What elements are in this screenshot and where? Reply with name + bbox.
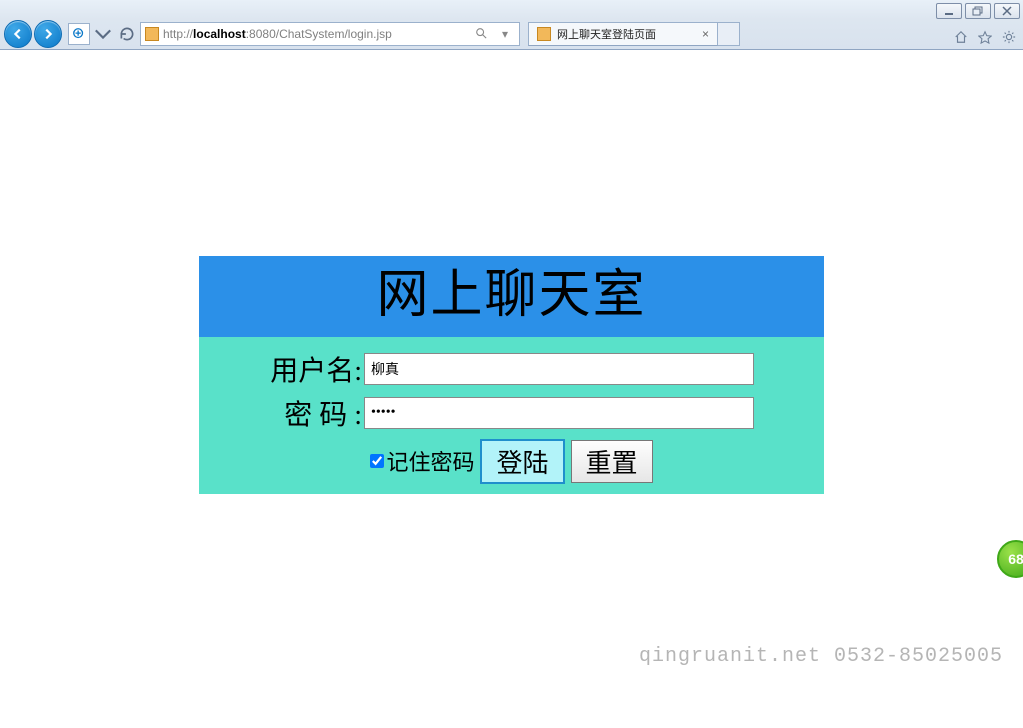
favorites-button[interactable] xyxy=(977,29,993,45)
arrow-right-icon xyxy=(41,27,55,41)
restore-icon xyxy=(972,6,984,16)
address-search-icon[interactable] xyxy=(471,27,491,42)
password-input[interactable] xyxy=(364,397,754,429)
tab-strip: 网上聊天室登陆页面 × xyxy=(528,22,740,46)
forward-button[interactable] xyxy=(34,20,62,48)
login-button[interactable]: 登陆 xyxy=(480,439,564,484)
star-icon xyxy=(978,30,992,44)
remember-text: 记住密码 xyxy=(386,445,474,477)
browser-chrome: http://localhost:8080/ChatSystem/login.j… xyxy=(0,0,1023,50)
chrome-right-icons xyxy=(953,29,1017,45)
address-favicon-icon xyxy=(145,27,159,41)
new-tab-button[interactable] xyxy=(718,22,740,46)
nav-row: http://localhost:8080/ChatSystem/login.j… xyxy=(4,21,740,47)
compatibility-button[interactable] xyxy=(68,23,90,45)
password-row: 密 码 : xyxy=(199,393,824,433)
password-label: 密 码 : xyxy=(199,393,364,433)
tools-button[interactable] xyxy=(1001,29,1017,45)
login-panel: 网上聊天室 用户名: 密 码 : 记住密码 登陆 重置 xyxy=(199,256,824,494)
login-title: 网上聊天室 xyxy=(199,256,824,337)
username-input[interactable] xyxy=(364,353,754,385)
tab-title: 网上聊天室登陆页面 xyxy=(557,26,696,42)
username-row: 用户名: xyxy=(199,349,824,389)
watermark-text: qingruanit.net 0532-85025005 xyxy=(639,645,1003,668)
tab-favicon-icon xyxy=(537,27,551,41)
close-icon xyxy=(1001,6,1013,16)
tab-active[interactable]: 网上聊天室登陆页面 × xyxy=(528,22,718,46)
arrow-left-icon xyxy=(11,27,25,41)
address-bar[interactable]: http://localhost:8080/ChatSystem/login.j… xyxy=(140,22,520,46)
floating-badge[interactable]: 68 xyxy=(997,540,1023,578)
window-minimize-button[interactable] xyxy=(936,3,962,19)
window-restore-button[interactable] xyxy=(965,3,991,19)
remember-checkbox-label[interactable]: 记住密码 xyxy=(370,445,474,477)
home-icon xyxy=(954,30,968,44)
page-content: 网上聊天室 用户名: 密 码 : 记住密码 登陆 重置 qingruanit.n… xyxy=(0,50,1023,728)
remember-checkbox[interactable] xyxy=(370,454,384,468)
reload-button[interactable] xyxy=(118,25,136,43)
window-controls xyxy=(936,3,1020,19)
reload-icon xyxy=(118,25,136,43)
username-label: 用户名: xyxy=(199,349,364,389)
gear-icon xyxy=(1002,30,1016,44)
address-dropdown-icon[interactable]: ▾ xyxy=(495,27,515,41)
minimize-icon xyxy=(943,6,955,16)
controls-row: 记住密码 登陆 重置 xyxy=(199,439,824,484)
magnify-plus-icon xyxy=(72,27,86,41)
back-button[interactable] xyxy=(4,20,32,48)
window-close-button[interactable] xyxy=(994,3,1020,19)
address-url: http://localhost:8080/ChatSystem/login.j… xyxy=(163,27,467,41)
home-button[interactable] xyxy=(953,29,969,45)
tab-close-button[interactable]: × xyxy=(702,27,709,41)
dropdown-icon[interactable] xyxy=(94,25,112,43)
reset-button[interactable]: 重置 xyxy=(571,440,653,483)
login-form: 用户名: 密 码 : 记住密码 登陆 重置 xyxy=(199,337,824,494)
